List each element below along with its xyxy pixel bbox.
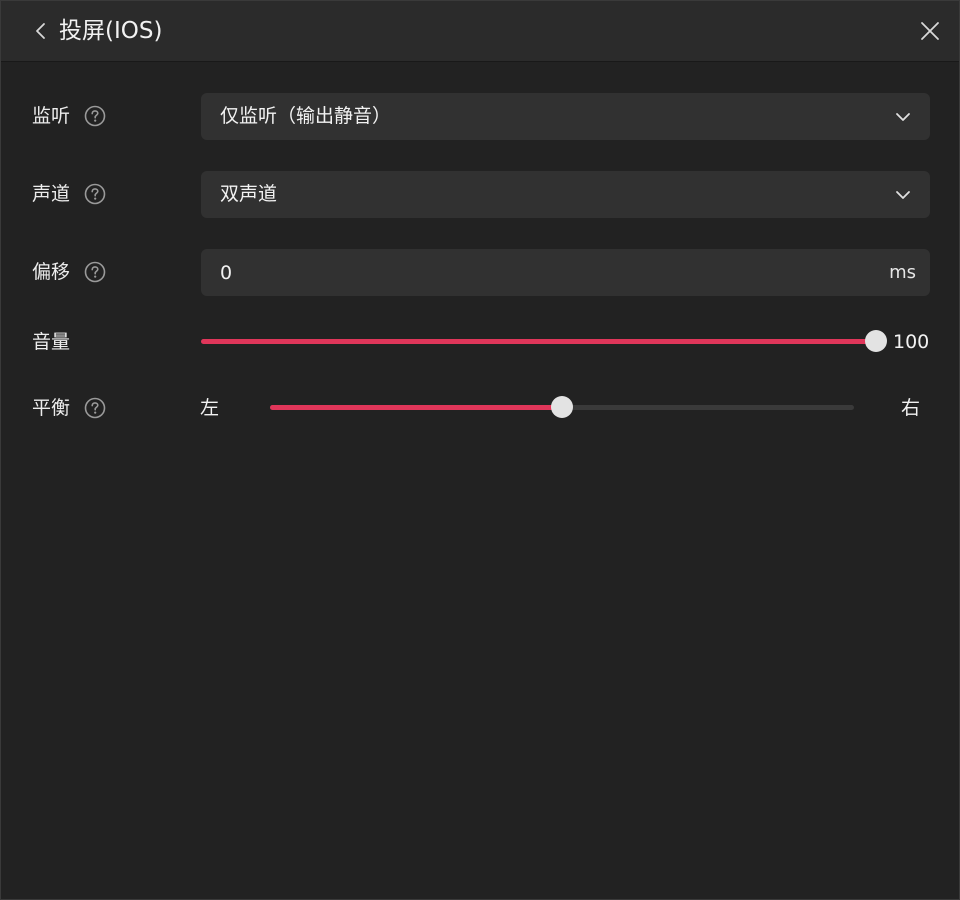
question-circle-icon[interactable] bbox=[84, 397, 106, 419]
balance-slider-fill bbox=[270, 405, 562, 410]
volume-row-label: 音量 bbox=[32, 329, 70, 355]
balance-left-label: 左 bbox=[200, 397, 220, 419]
question-circle-icon[interactable] bbox=[84, 105, 106, 127]
monitor-label: 监听 bbox=[32, 105, 71, 127]
balance-slider[interactable] bbox=[270, 396, 854, 418]
volume-slider[interactable] bbox=[201, 330, 887, 352]
volume-value: 100 bbox=[893, 331, 930, 353]
monitor-selected-value: 仅监听（输出静音） bbox=[220, 105, 392, 127]
balance-label: 平衡 bbox=[32, 397, 71, 419]
volume-label: 音量 bbox=[32, 331, 71, 353]
question-circle-icon[interactable] bbox=[84, 183, 106, 205]
offset-field: ms bbox=[201, 249, 930, 296]
volume-slider-thumb[interactable] bbox=[865, 330, 887, 352]
offset-row-label: 偏移 bbox=[32, 259, 106, 285]
window-title: 投屏(IOS) bbox=[59, 18, 163, 44]
balance-right-label: 右 bbox=[901, 397, 921, 419]
balance-row-label: 平衡 bbox=[32, 395, 106, 421]
chevron-down-icon bbox=[893, 107, 913, 127]
offset-input[interactable] bbox=[201, 249, 841, 296]
offset-label: 偏移 bbox=[32, 261, 71, 283]
balance-slider-thumb[interactable] bbox=[551, 396, 573, 418]
close-button[interactable] bbox=[917, 18, 943, 44]
monitor-select[interactable]: 仅监听（输出静音） bbox=[201, 93, 930, 140]
title-bar: 投屏(IOS) bbox=[1, 1, 959, 62]
chevron-left-icon bbox=[29, 19, 53, 43]
channel-label: 声道 bbox=[32, 183, 71, 205]
volume-slider-fill bbox=[201, 339, 876, 344]
close-icon bbox=[917, 18, 943, 44]
channel-selected-value: 双声道 bbox=[220, 183, 278, 205]
monitor-row-label: 监听 bbox=[32, 103, 106, 129]
question-circle-icon[interactable] bbox=[84, 261, 106, 283]
offset-unit: ms bbox=[889, 262, 916, 283]
chevron-down-icon bbox=[893, 185, 913, 205]
channel-row-label: 声道 bbox=[32, 181, 106, 207]
cast-settings-window: 投屏(IOS) 监听 仅监听（输出静音） 声道 双声道 偏移 0 ms 音量 1… bbox=[0, 0, 960, 900]
channel-select[interactable]: 双声道 bbox=[201, 171, 930, 218]
back-button[interactable] bbox=[29, 19, 53, 43]
